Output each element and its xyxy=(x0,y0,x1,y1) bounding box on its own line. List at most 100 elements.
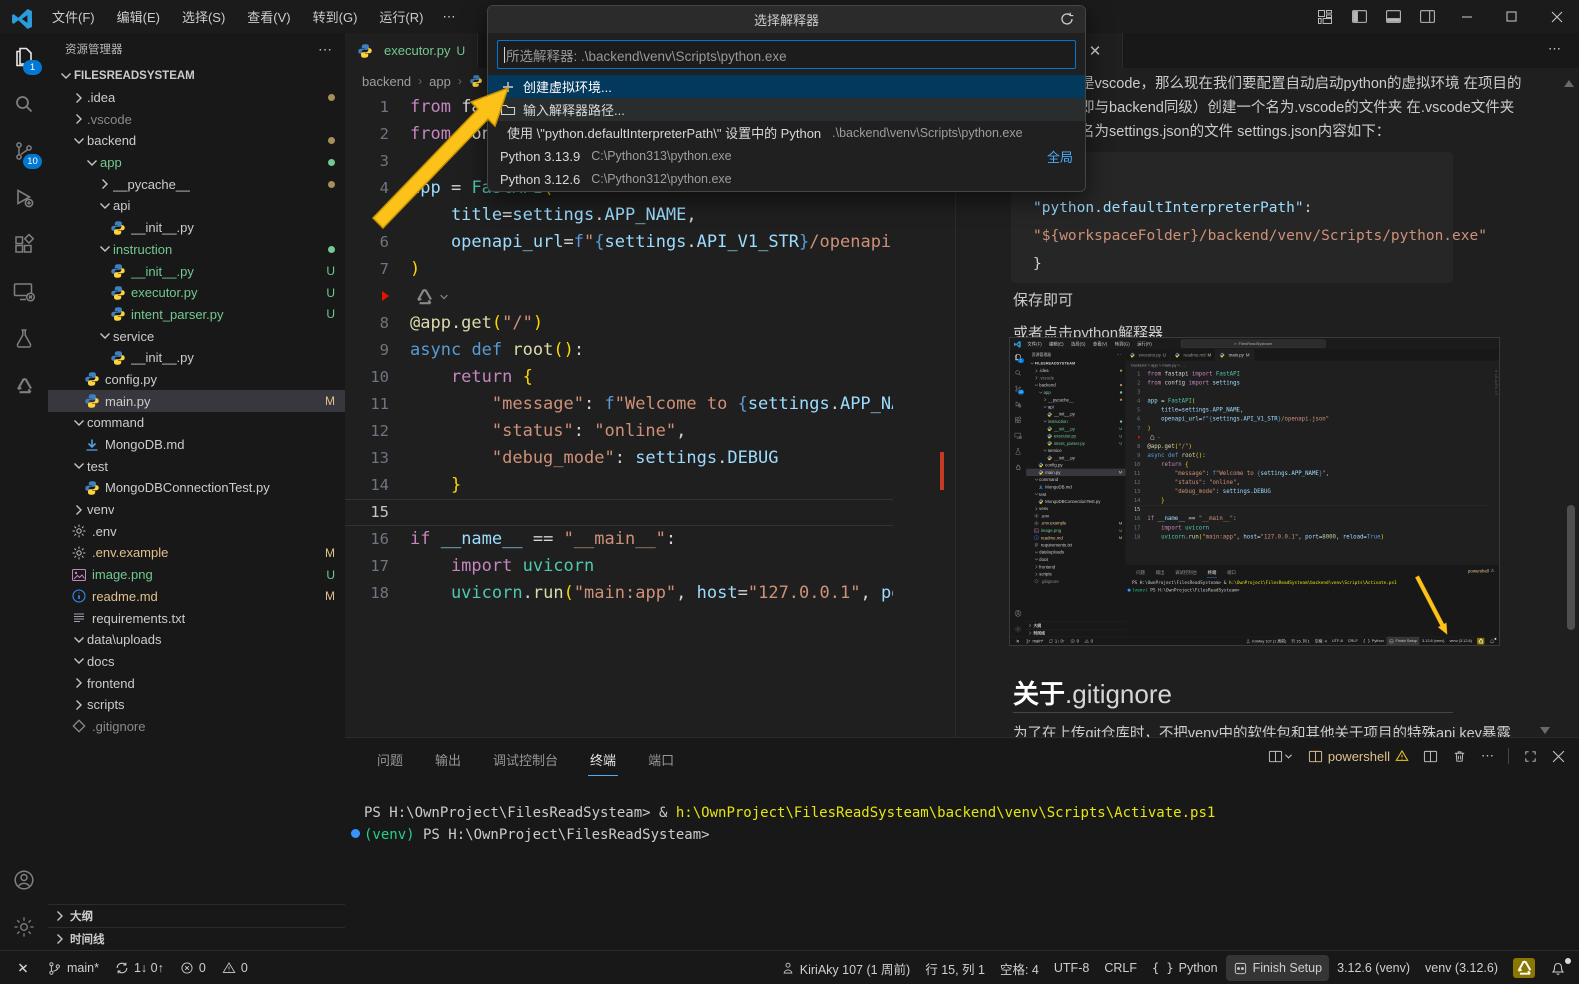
outline-section[interactable]: 大纲 xyxy=(48,904,345,927)
tree-item-__init__.py[interactable]: __init__.py xyxy=(48,217,345,239)
activitybar-extension-knot-icon[interactable] xyxy=(1010,459,1026,475)
status-language-mode[interactable]: { }Python xyxy=(1145,955,1225,981)
tree-item-requirements.txt[interactable]: requirements.txt xyxy=(1026,541,1125,548)
activitybar-source-control-icon[interactable]: 10 xyxy=(1010,381,1026,397)
menu-运行(R)[interactable]: 运行(R) xyxy=(1134,339,1155,347)
quickpick-item-4[interactable]: Python 3.12.6C:\Python312\python.exe xyxy=(488,168,1085,191)
tree-item-__init__.py[interactable]: __init__.py xyxy=(1026,411,1125,418)
menu-选择(S)[interactable]: 选择(S) xyxy=(173,4,234,29)
activitybar-extensions-icon[interactable] xyxy=(1010,412,1026,428)
status-cursor-position[interactable]: 行 15, 列 1 xyxy=(918,955,992,981)
close-button[interactable] xyxy=(1534,0,1579,33)
activitybar-testing-icon[interactable] xyxy=(1010,444,1026,460)
tree-item-executor.py[interactable]: executor.pyU xyxy=(1026,432,1125,439)
status-git-blame[interactable]: KiriAky 107 (1 周前) xyxy=(774,955,917,981)
status-python-env[interactable]: venv (3.12.6) xyxy=(1418,955,1505,981)
panel-tab-终端[interactable]: 终端 xyxy=(1207,567,1217,577)
status-eol[interactable]: CRLF xyxy=(1345,637,1360,646)
tree-item-data\uploads[interactable]: data\uploads xyxy=(48,629,345,651)
terminal-more-icon[interactable]: ⋯ xyxy=(1481,748,1494,764)
interpreter-input[interactable]: 所选解释器: .\backend\venv\Scripts\python.exe xyxy=(497,40,1076,69)
tree-item-api[interactable]: api xyxy=(48,195,345,217)
status-language-mode[interactable]: { }Python xyxy=(1361,637,1387,646)
tree-item-config.py[interactable]: config.py xyxy=(1026,461,1125,468)
tree-item-FILESREADSYSTEAM[interactable]: FILESREADSYSTEAM xyxy=(1026,360,1125,367)
menu-编辑(E)[interactable]: 编辑(E) xyxy=(1046,339,1067,347)
status-git-blame[interactable]: KiriAky 107 (1 周前) xyxy=(1244,637,1289,646)
refresh-icon[interactable] xyxy=(1059,11,1075,27)
tree-item-main.py[interactable]: main.pyM xyxy=(1026,469,1125,476)
tree-item-test[interactable]: test xyxy=(1026,491,1125,498)
tree-item-.env.example[interactable]: .env.exampleM xyxy=(1026,520,1125,527)
quickpick-item-1[interactable]: 输入解释器路径... xyxy=(488,98,1085,121)
tree-item-requirements.txt[interactable]: requirements.txt xyxy=(48,607,345,629)
tree-item-.vscode[interactable]: .vscode xyxy=(1026,374,1125,381)
activitybar-search-icon[interactable] xyxy=(1010,365,1026,381)
tree-item-__init__.py[interactable]: __init__.pyU xyxy=(1026,425,1125,432)
activitybar-testing-icon[interactable] xyxy=(0,315,48,362)
tree-item-service[interactable]: service xyxy=(48,325,345,347)
tree-item-main.py[interactable]: main.pyM xyxy=(48,390,345,412)
terminal-instance-powershell[interactable]: powershell xyxy=(1308,749,1409,764)
timeline-section[interactable]: 时间线 xyxy=(48,927,345,950)
panel-tab-输出[interactable]: 输出 xyxy=(1155,567,1165,577)
tree-item-FILESREADSYSTEAM[interactable]: FILESREADSYSTEAM xyxy=(48,65,345,87)
status-python-version[interactable]: 3.12.6 (venv) xyxy=(1420,637,1447,646)
activitybar-explorer-icon[interactable]: 1 xyxy=(1010,349,1026,365)
activitybar-search-icon[interactable] xyxy=(0,80,48,127)
inline-hint-row[interactable] xyxy=(345,283,893,310)
tree-item-data\uploads[interactable]: data\uploads xyxy=(1026,549,1125,556)
status-indentation[interactable]: 空格: 4 xyxy=(1312,637,1329,646)
activitybar-explorer-icon[interactable]: 1 xyxy=(0,33,48,80)
tree-item-app[interactable]: app xyxy=(48,152,345,174)
status-encoding[interactable]: UTF-8 xyxy=(1047,955,1096,981)
panel-tab-端口[interactable]: 端口 xyxy=(1226,567,1236,577)
tree-item-__init__.py[interactable]: __init__.pyU xyxy=(48,260,345,282)
minimize-button[interactable] xyxy=(1444,0,1489,33)
menu-编辑(E)[interactable]: 编辑(E) xyxy=(108,4,169,29)
maximize-button[interactable] xyxy=(1489,0,1534,33)
tree-item-intent_parser.py[interactable]: intent_parser.pyU xyxy=(48,304,345,326)
tree-item-image.png[interactable]: image.pngU xyxy=(48,564,345,586)
panel-tab-终端[interactable]: 终端 xyxy=(588,746,618,776)
tree-item-test[interactable]: test xyxy=(48,455,345,477)
status-extension-status-icon[interactable] xyxy=(1475,637,1487,646)
tree-item-.idea[interactable]: .idea xyxy=(1026,367,1125,374)
menu-转到(G)[interactable]: 转到(G) xyxy=(304,4,367,29)
activitybar-extensions-icon[interactable] xyxy=(0,221,48,268)
activitybar-remote-explorer-icon[interactable] xyxy=(0,268,48,315)
status-errors-count[interactable]: 0 xyxy=(173,955,213,981)
preview-more-icon[interactable]: ⋯ xyxy=(1548,41,1562,57)
tree-item-command[interactable]: command xyxy=(48,412,345,434)
status-eol[interactable]: CRLF xyxy=(1097,955,1144,981)
terminal-output[interactable]: PS H:\OwnProject\FilesReadSysteam> & h:\… xyxy=(364,802,1215,846)
tree-item-venv[interactable]: venv xyxy=(48,499,345,521)
toggle-sidebar-icon[interactable] xyxy=(1342,4,1376,30)
tree-item-.idea[interactable]: .idea xyxy=(48,87,345,109)
menu-运行(R)[interactable]: 运行(R) xyxy=(370,4,432,29)
tree-item-docs[interactable]: docs xyxy=(48,651,345,673)
menu-文件(F)[interactable]: 文件(F) xyxy=(43,4,104,29)
status-git-branch[interactable]: main* xyxy=(40,955,106,981)
tree-item-command[interactable]: command xyxy=(1026,476,1125,483)
toggle-panel-icon[interactable] xyxy=(1376,4,1410,30)
activitybar-run-and-debug-icon[interactable] xyxy=(1010,396,1026,412)
status-notifications[interactable] xyxy=(1543,955,1573,981)
activitybar-settings-icon[interactable] xyxy=(1010,621,1026,637)
activitybar-settings-icon[interactable] xyxy=(0,903,48,950)
status-git-branch[interactable]: main* xyxy=(1023,637,1045,646)
preview-scrollbar[interactable] xyxy=(1567,505,1575,630)
toggle-secondary-sidebar-icon[interactable] xyxy=(1410,4,1444,30)
tree-item-config.py[interactable]: config.py xyxy=(48,369,345,391)
tree-item-.env.example[interactable]: .env.exampleM xyxy=(48,542,345,564)
status-remote-indicator[interactable] xyxy=(1013,637,1023,646)
maximize-panel-icon[interactable] xyxy=(1523,749,1538,764)
tree-item-scripts[interactable]: scripts xyxy=(1026,570,1125,577)
activitybar-run-and-debug-icon[interactable] xyxy=(0,174,48,221)
menu-转到(G)[interactable]: 转到(G) xyxy=(1112,339,1133,347)
panel-tab-输出[interactable]: 输出 xyxy=(433,746,463,776)
tab-executor-py[interactable]: executor.py U xyxy=(345,33,478,68)
menu-文件(F)[interactable]: 文件(F) xyxy=(1024,339,1044,347)
tree-item-__pycache__[interactable]: __pycache__ xyxy=(48,173,345,195)
tree-item-__init__.py[interactable]: __init__.py xyxy=(1026,454,1125,461)
